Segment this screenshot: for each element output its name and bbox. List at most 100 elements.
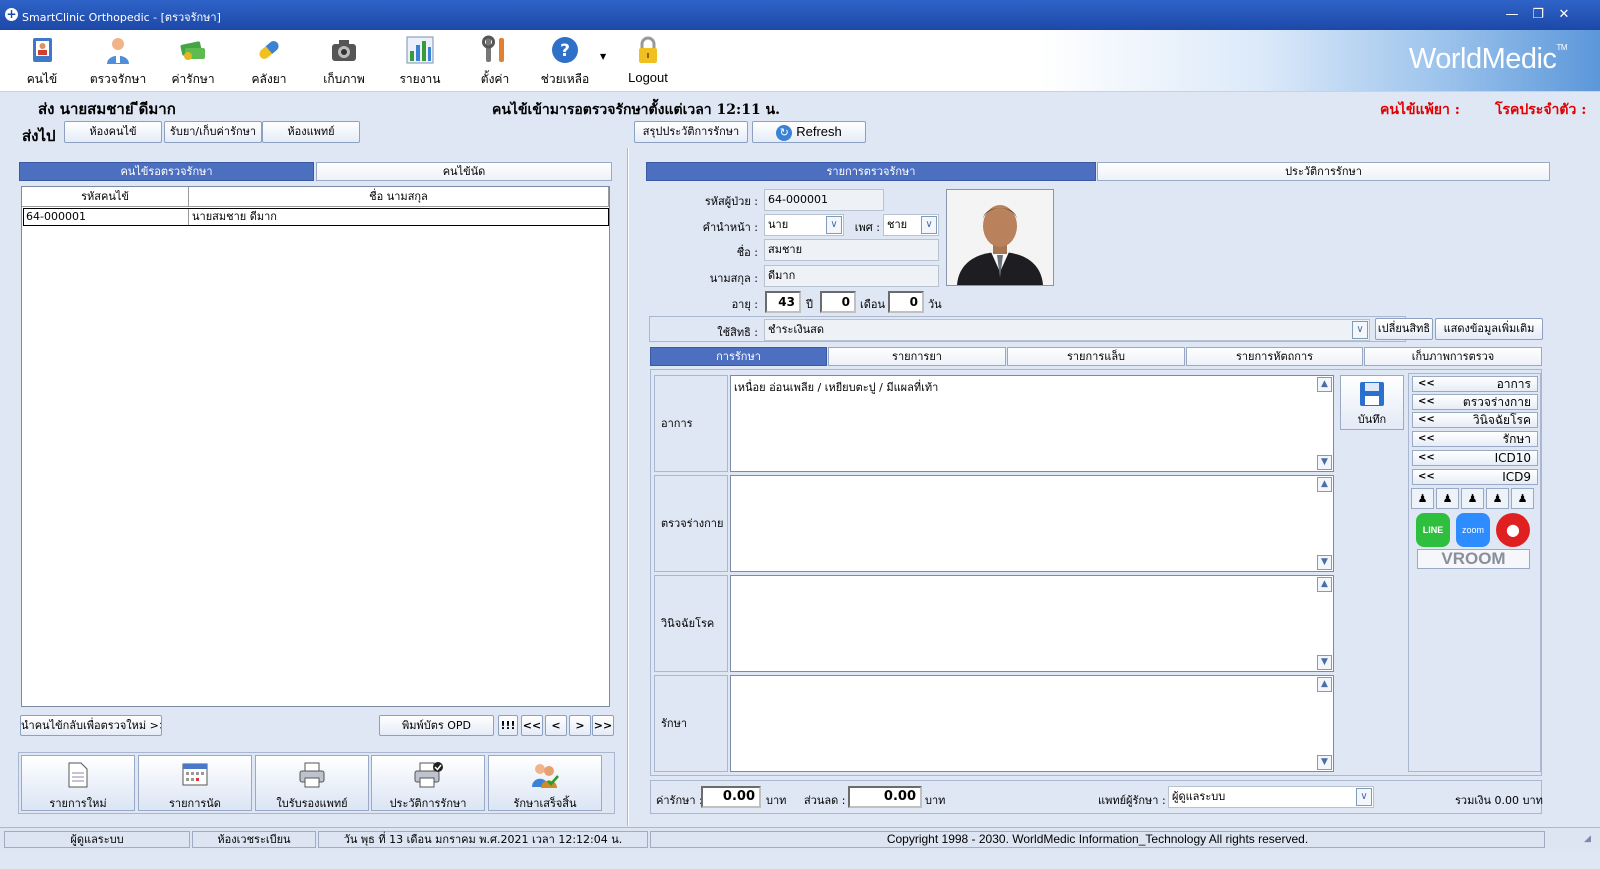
- wait-time-message: คนไข้เข้ามารอตรวจรักษาตั้งแต่เวลา 12:11 …: [492, 102, 780, 118]
- toolbar-patient-button[interactable]: คนไข้: [10, 33, 74, 89]
- toolbar-logout-button[interactable]: Logout: [616, 33, 680, 89]
- chevron-down-icon: ∨: [921, 216, 937, 234]
- scroll-down-icon[interactable]: ▼: [1317, 555, 1332, 570]
- help-dropdown-caret-icon[interactable]: ▼: [600, 52, 606, 61]
- restore-button[interactable]: ❐: [1526, 4, 1550, 26]
- scroll-up-icon[interactable]: ▲: [1317, 577, 1332, 592]
- col-patient-id[interactable]: รหัสคนไข้: [22, 187, 189, 207]
- col-patient-name[interactable]: ชื่อ นามสกุล: [189, 187, 609, 207]
- scroll-up-icon[interactable]: ▲: [1317, 477, 1332, 492]
- user-template-icon[interactable]: ♟: [1411, 488, 1434, 509]
- age-days-field[interactable]: 0: [888, 291, 924, 313]
- send-patient-room-button[interactable]: ห้องคนไข้: [64, 121, 162, 143]
- tab-waiting-patients[interactable]: คนไข้รอตรวจรักษา: [19, 162, 314, 181]
- new-record-button[interactable]: รายการใหม่: [21, 755, 135, 811]
- vroom-app-button[interactable]: VROOM: [1417, 549, 1530, 569]
- document-icon: [22, 762, 134, 790]
- tab-examination[interactable]: รายการตรวจรักษา: [646, 162, 1096, 181]
- save-button[interactable]: บันทึก: [1340, 375, 1404, 430]
- patient-id-field[interactable]: 64-000001: [764, 189, 884, 211]
- scroll-down-icon[interactable]: ▼: [1317, 455, 1332, 470]
- drug-allergy-label: คนไข้แพ้ยา :: [1380, 102, 1460, 118]
- close-button[interactable]: ✕: [1552, 4, 1576, 26]
- treatment-sub-tabs: การรักษา รายการยา รายการแล็บ รายการหัตถก…: [650, 347, 1542, 367]
- prefix-select[interactable]: นาย ∨: [764, 214, 844, 236]
- scroll-down-icon[interactable]: ▼: [1317, 655, 1332, 670]
- user-template-icon[interactable]: ♟: [1486, 488, 1509, 509]
- finish-treatment-button[interactable]: รักษาเสร็จสิ้น: [488, 755, 602, 811]
- nav-first-button[interactable]: <<: [521, 715, 543, 736]
- nav-prev-button[interactable]: <: [545, 715, 567, 736]
- scroll-up-icon[interactable]: ▲: [1317, 377, 1332, 392]
- side-treatment-button[interactable]: << รักษา: [1412, 431, 1538, 447]
- tab-drug-list[interactable]: รายการยา: [828, 347, 1006, 366]
- tab-lab-list[interactable]: รายการแล็บ: [1007, 347, 1185, 366]
- first-name-field[interactable]: สมชาย: [764, 239, 939, 261]
- tab-appointment-patients[interactable]: คนไข้นัด: [316, 162, 612, 181]
- user-template-icon[interactable]: ♟: [1461, 488, 1484, 509]
- age-months-field[interactable]: 0: [820, 291, 856, 313]
- toolbar-settings-button[interactable]: ตั้งค่า: [463, 33, 527, 89]
- doctor-select[interactable]: ผู้ดูแลระบบ ∨: [1168, 786, 1374, 808]
- tab-procedure-list[interactable]: รายการหัตถการ: [1186, 347, 1363, 366]
- last-name-field[interactable]: ดีมาก: [764, 265, 939, 287]
- side-symptom-button[interactable]: << อาการ: [1412, 376, 1538, 392]
- cell-patient-name: นายสมชาย ดีมาก: [192, 210, 277, 223]
- side-physical-exam-button[interactable]: << ตรวจร่างกาย: [1412, 394, 1538, 410]
- status-user: ผู้ดูแลระบบ: [4, 831, 190, 848]
- more-info-button[interactable]: แสดงข้อมูลเพิ่มเติม: [1435, 318, 1543, 340]
- template-user-buttons: ♟ ♟ ♟ ♟ ♟: [1411, 488, 1538, 509]
- table-row[interactable]: 64-000001 นายสมชาย ดีมาก: [23, 208, 609, 226]
- side-icd9-button[interactable]: << ICD9: [1412, 469, 1538, 485]
- treatment-history-print-button[interactable]: ประวัติการรักษา: [371, 755, 485, 811]
- rights-select[interactable]: ชำระเงินสด ∨: [764, 319, 1370, 341]
- treatment-summary-button[interactable]: สรุปประวัติการรักษา: [634, 121, 748, 143]
- money-icon: [176, 35, 210, 67]
- symptom-textarea[interactable]: เหนื่อย อ่อนเพลีย / เหยียบตะปู / มีแผลที…: [730, 375, 1334, 472]
- toolbar-help-button[interactable]: ? ช่วยเหลือ: [533, 33, 597, 89]
- fee-field[interactable]: 0.00: [701, 786, 761, 808]
- user-template-icon[interactable]: ♟: [1511, 488, 1534, 509]
- nav-last-button[interactable]: >>: [592, 715, 614, 736]
- nav-next-button[interactable]: >: [569, 715, 591, 736]
- discount-field[interactable]: 0.00: [848, 786, 922, 808]
- side-icd10-button[interactable]: << ICD10: [1412, 450, 1538, 466]
- last-name-label: นามสกุล :: [709, 272, 758, 285]
- appointment-list-button[interactable]: รายการนัด: [138, 755, 252, 811]
- months-unit-label: เดือน: [860, 298, 886, 311]
- tab-treatment-history[interactable]: ประวัติการรักษา: [1097, 162, 1550, 181]
- lock-icon: [631, 35, 665, 67]
- refresh-button[interactable]: ↻ Refresh: [752, 121, 866, 143]
- change-rights-button[interactable]: เปลี่ยนสิทธิ: [1375, 318, 1433, 340]
- microphone-icon[interactable]: ●: [1496, 513, 1530, 547]
- scroll-up-icon[interactable]: ▲: [1317, 677, 1332, 692]
- resize-grip-icon[interactable]: ◢: [1584, 834, 1591, 844]
- toolbar-report-button[interactable]: รายงาน: [388, 33, 452, 89]
- print-opd-card-button[interactable]: พิมพ์บัตร OPD: [379, 715, 494, 736]
- days-unit-label: วัน: [928, 298, 942, 311]
- side-diagnosis-button[interactable]: << วินิจฉัยโรค: [1412, 412, 1538, 428]
- tab-exam-images[interactable]: เก็บภาพการตรวจ: [1364, 347, 1542, 366]
- medical-certificate-button[interactable]: ใบรับรองแพทย์: [255, 755, 369, 811]
- toolbar-fee-button[interactable]: ค่ารักษา: [161, 33, 225, 89]
- toolbar-images-button[interactable]: เก็บภาพ: [312, 33, 376, 89]
- sex-select[interactable]: ชาย ∨: [883, 214, 939, 236]
- return-patient-button[interactable]: นำคนไข้กลับเพื่อตรวจใหม่ >>: [20, 715, 162, 736]
- toolbar-pharmacy-button[interactable]: คลังยา: [237, 33, 301, 89]
- user-template-icon[interactable]: ♟: [1436, 488, 1459, 509]
- toolbar-examine-button[interactable]: ตรวจรักษา: [86, 33, 150, 89]
- status-room: ห้องเวชระเบียน: [192, 831, 316, 848]
- line-app-icon[interactable]: LINE: [1416, 513, 1450, 547]
- physical-exam-textarea[interactable]: ▲ ▼: [730, 475, 1334, 572]
- send-doctor-room-button[interactable]: ห้องแพทย์: [262, 121, 360, 143]
- diagnosis-textarea[interactable]: ▲ ▼: [730, 575, 1334, 672]
- treatment-textarea[interactable]: ▲ ▼: [730, 675, 1334, 772]
- age-years-field[interactable]: 43: [765, 291, 801, 313]
- tab-treatment[interactable]: การรักษา: [650, 347, 827, 366]
- send-cashier-button[interactable]: รับยา/เก็บค่ารักษา: [164, 121, 262, 143]
- nav-alert-button[interactable]: !!!: [498, 715, 518, 736]
- patient-photo[interactable]: [946, 189, 1054, 286]
- minimize-button[interactable]: —: [1500, 4, 1524, 26]
- zoom-app-icon[interactable]: zoom: [1456, 513, 1490, 547]
- scroll-down-icon[interactable]: ▼: [1317, 755, 1332, 770]
